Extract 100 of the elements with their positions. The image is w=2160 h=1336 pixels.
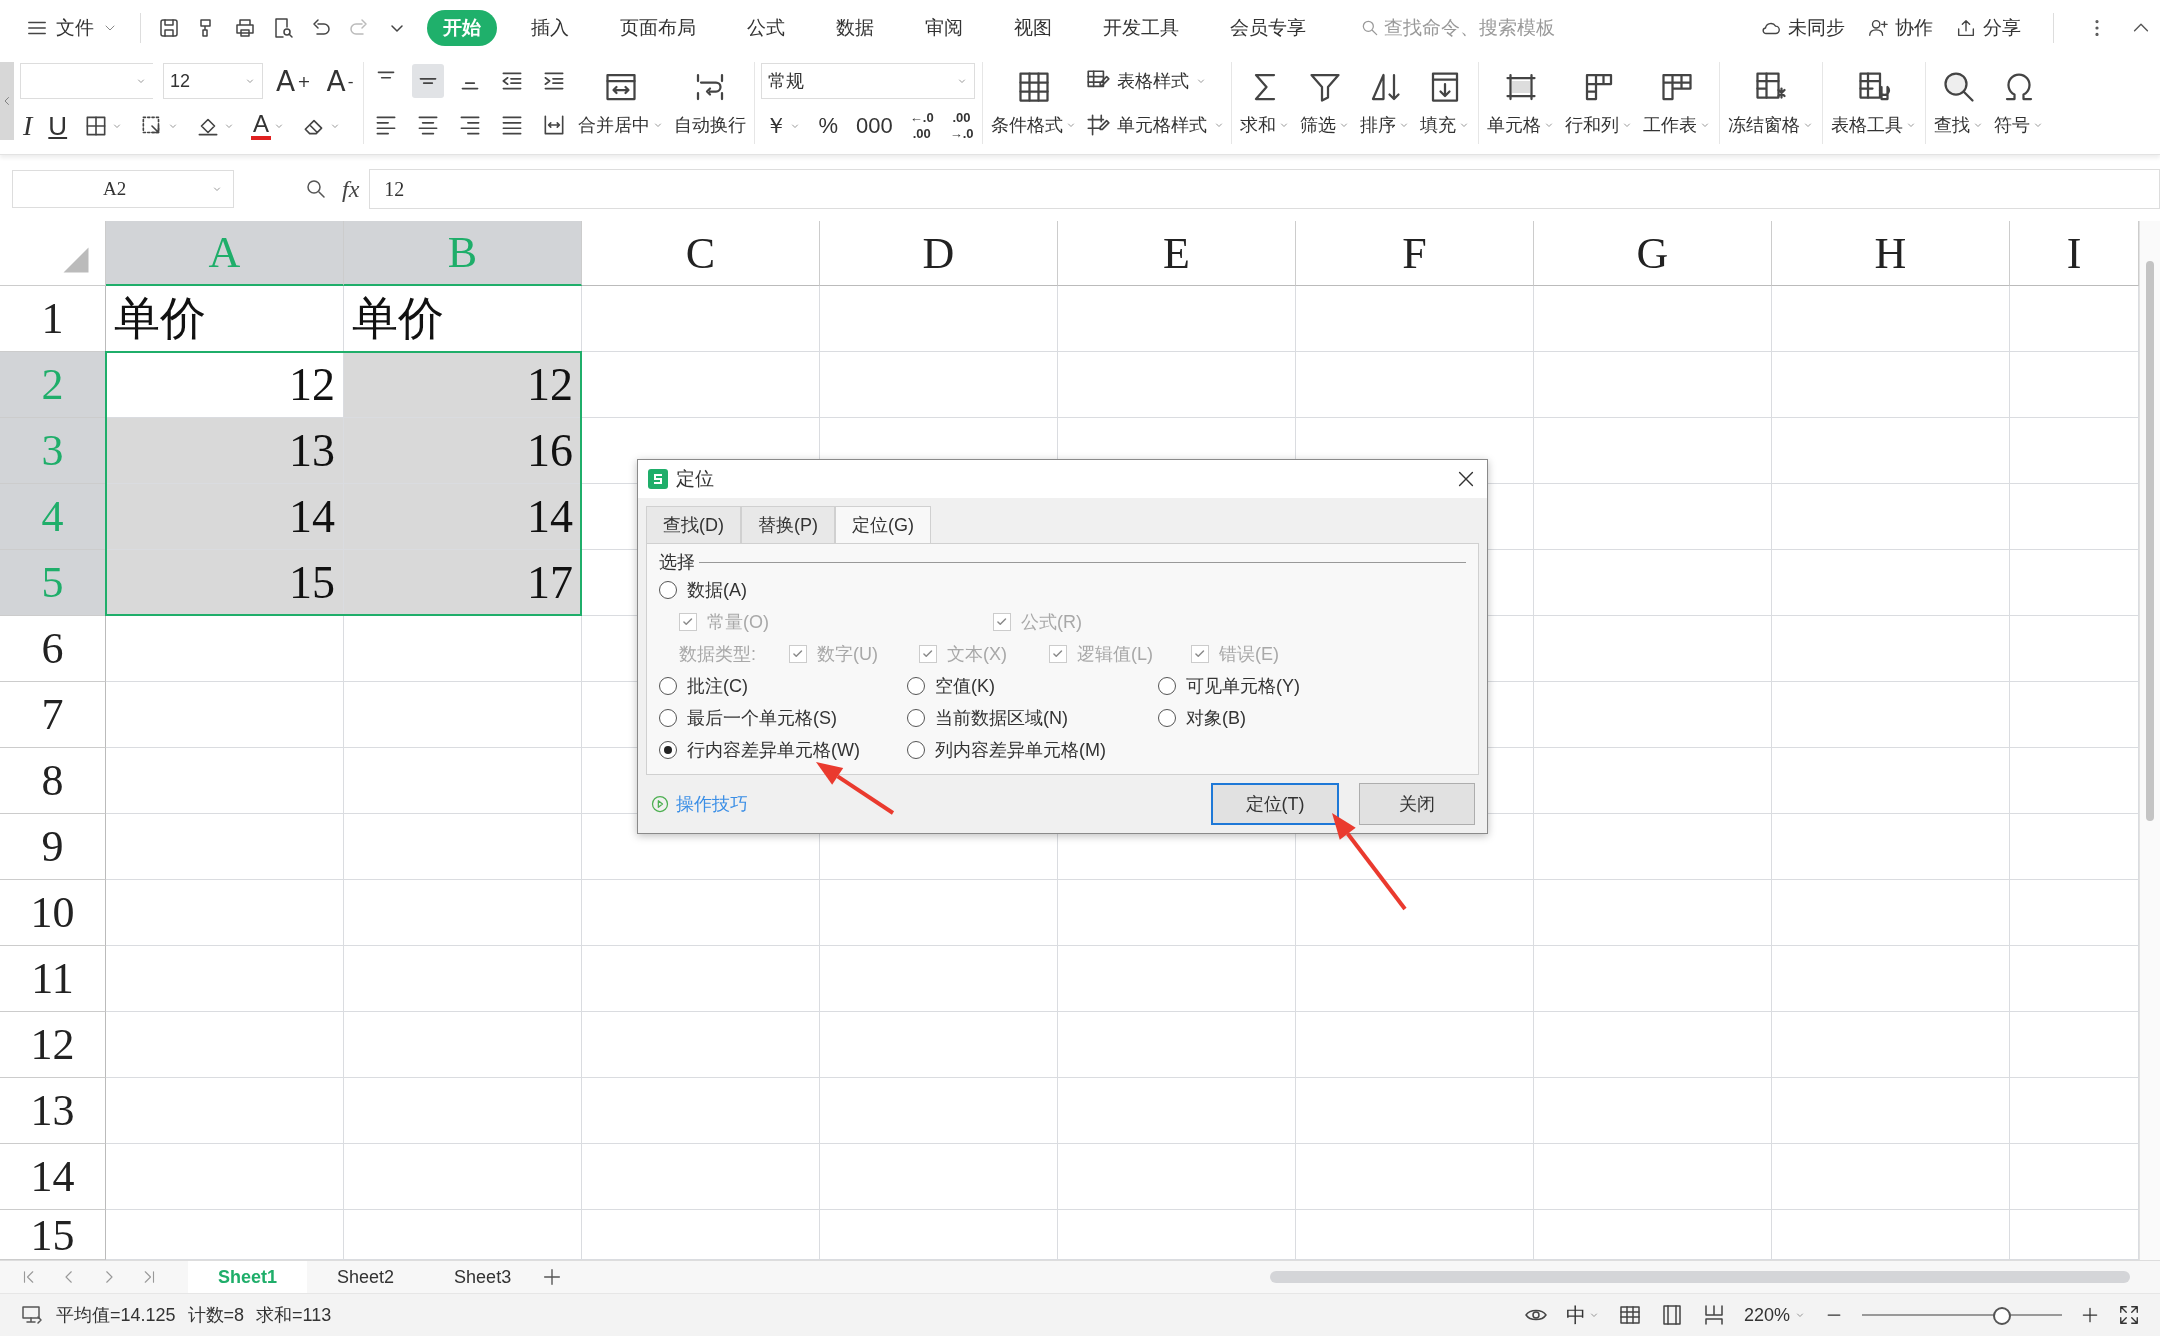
ribbon-button[interactable]: 符号	[1992, 67, 2047, 139]
row-header[interactable]: 11	[0, 946, 106, 1012]
dialog-title: 定位	[676, 467, 714, 491]
monitor-icon[interactable]	[20, 1303, 44, 1327]
row-header[interactable]: 7	[0, 682, 106, 748]
dialog-tab[interactable]: 定位(G)	[835, 506, 931, 543]
ribbon-button[interactable]: 冻结窗格	[1726, 67, 1817, 139]
ribbon-button[interactable]: 填充	[1418, 67, 1473, 139]
number-format-button[interactable]: %	[814, 109, 843, 143]
sheet-tab[interactable]: Sheet2	[307, 1261, 425, 1293]
color-bar	[251, 136, 272, 140]
ribbon-button[interactable]: 自动换行	[671, 67, 748, 139]
ribbon-tab[interactable]: 数据	[819, 11, 891, 45]
radio-option[interactable]: 最后一个单元格(S)	[659, 706, 907, 730]
ribbon-button[interactable]: 行和列	[1563, 67, 1636, 139]
ribbon-button[interactable]: 合并居中	[575, 67, 666, 139]
column-header[interactable]: F	[1296, 221, 1534, 286]
triangle-icon	[61, 245, 91, 275]
column-header[interactable]: C	[582, 221, 820, 286]
ribbon-button[interactable]: 求和	[1238, 67, 1293, 139]
ribbon-button[interactable]: 排序	[1358, 67, 1413, 139]
scrollbar-thumb[interactable]	[2146, 261, 2154, 821]
slider-thumb[interactable]	[1993, 1307, 2011, 1325]
row-header[interactable]: 6	[0, 616, 106, 682]
font-size-button[interactable]: A$^{+}$	[273, 64, 314, 98]
fullscreen-icon[interactable]	[2118, 1304, 2140, 1326]
column-header[interactable]: E	[1058, 221, 1296, 286]
row-header[interactable]: 10	[0, 880, 106, 946]
zoom-icon[interactable]	[304, 177, 328, 201]
font-size-button[interactable]: A$^{-}$	[323, 64, 357, 98]
radio-option[interactable]: 列内容差异单元格(M)	[907, 738, 1158, 762]
ribbon-button[interactable]: 单元格样式	[1085, 108, 1226, 142]
decimal-button[interactable]: ←.0 .00	[906, 111, 937, 141]
toolbar-button[interactable]: 协作	[1867, 15, 1933, 41]
number-format-button[interactable]: 000	[852, 109, 897, 143]
underline-button[interactable]: U	[45, 109, 71, 143]
column-header[interactable]: G	[1534, 221, 1772, 286]
radio-option[interactable]: 数据(A)	[659, 578, 747, 602]
ribbon-tab[interactable]: 插入	[514, 11, 586, 45]
radio-option[interactable]: 空值(K)	[907, 674, 1158, 698]
zoom-in-icon[interactable]	[2080, 1305, 2100, 1325]
formula-field[interactable]: 12	[369, 169, 2160, 209]
ribbon-tab[interactable]: 审阅	[908, 11, 980, 45]
function-label[interactable]: fx	[342, 175, 360, 203]
ribbon-button[interactable]: 筛选	[1298, 67, 1353, 139]
zoom-dropdown[interactable]: 220%	[1743, 1304, 1806, 1326]
row-header[interactable]: 12	[0, 1012, 106, 1078]
normal-view-icon[interactable]	[1617, 1303, 1642, 1327]
row-header[interactable]: 13	[0, 1078, 106, 1144]
status-text: 求和=113	[256, 1304, 332, 1327]
ribbon-button[interactable]: 表格工具	[1829, 67, 1920, 139]
decimal-button[interactable]: .00 →.0	[946, 111, 977, 141]
column-header[interactable]: D	[820, 221, 1058, 286]
table-cell: 14	[344, 484, 582, 550]
row-header[interactable]: 14	[0, 1144, 106, 1210]
ribbon-tab[interactable]: 开发工具	[1086, 11, 1196, 45]
print-icon[interactable]	[233, 16, 257, 40]
name-box[interactable]: A2	[12, 170, 234, 208]
pen-icon	[1085, 112, 1112, 138]
search-icon	[1360, 18, 1380, 38]
radio-option[interactable]: 当前数据区域(N)	[907, 706, 1158, 730]
table-cell: 单价	[344, 286, 582, 352]
ribbon-tab[interactable]: 公式	[730, 11, 802, 45]
file-menu[interactable]: 文件	[20, 15, 124, 41]
save-icon[interactable]	[157, 16, 181, 40]
row-header[interactable]: 9	[0, 814, 106, 880]
font-color-button[interactable]: A	[248, 109, 289, 143]
dialog-tab[interactable]: 查找(D)	[646, 506, 741, 543]
ribbon-tab[interactable]: 会员专享	[1213, 11, 1323, 45]
collapse-handle[interactable]	[0, 62, 14, 140]
ribbon-button[interactable]: 单元格	[1485, 67, 1558, 139]
dialog-button[interactable]: 定位(T)	[1211, 783, 1339, 825]
radio-option[interactable]: 对象(B)	[1158, 706, 1466, 730]
sheet-tab[interactable]: Sheet3	[424, 1261, 542, 1293]
dialog-tab[interactable]: 替换(P)	[741, 506, 835, 543]
toolbar-button[interactable]: 未同步	[1760, 15, 1845, 41]
ribbon-button[interactable]: 工作表	[1641, 67, 1714, 139]
vertical-scrollbar[interactable]	[2139, 221, 2160, 1260]
input-mode-button[interactable]: 中	[1565, 1301, 1600, 1329]
table-cell: 单价	[106, 286, 344, 352]
row-header[interactable]: 8	[0, 748, 106, 814]
ribbon-tab[interactable]: 视图	[997, 11, 1069, 45]
dialog-button[interactable]: 关闭	[1359, 783, 1475, 825]
ribbon-button[interactable]: 表格样式	[1085, 64, 1226, 98]
app-logo-icon	[648, 469, 668, 489]
radio-option[interactable]: 可见单元格(Y)	[1158, 674, 1466, 698]
toolbar-button[interactable]: 分享	[1955, 15, 2021, 41]
add-person-icon	[1867, 17, 1889, 39]
font-size-field[interactable]: 12	[163, 63, 263, 99]
ribbon-button[interactable]: 条件格式	[989, 67, 1080, 139]
number-format-button[interactable]: ￥	[760, 109, 805, 143]
italic-button[interactable]: I	[20, 109, 36, 143]
radio-option[interactable]: 批注(C)	[659, 674, 907, 698]
ribbon-button[interactable]: 查找	[1932, 67, 1987, 139]
ribbon-tab[interactable]: 页面布局	[603, 11, 713, 45]
font-name-field[interactable]	[20, 63, 153, 99]
column-header[interactable]: H	[1772, 221, 2010, 286]
status-text: 平均值=14.125	[56, 1304, 176, 1327]
radio-option[interactable]: 行内容差异单元格(W)	[659, 738, 907, 762]
number-format-field[interactable]: 常规	[760, 63, 975, 99]
